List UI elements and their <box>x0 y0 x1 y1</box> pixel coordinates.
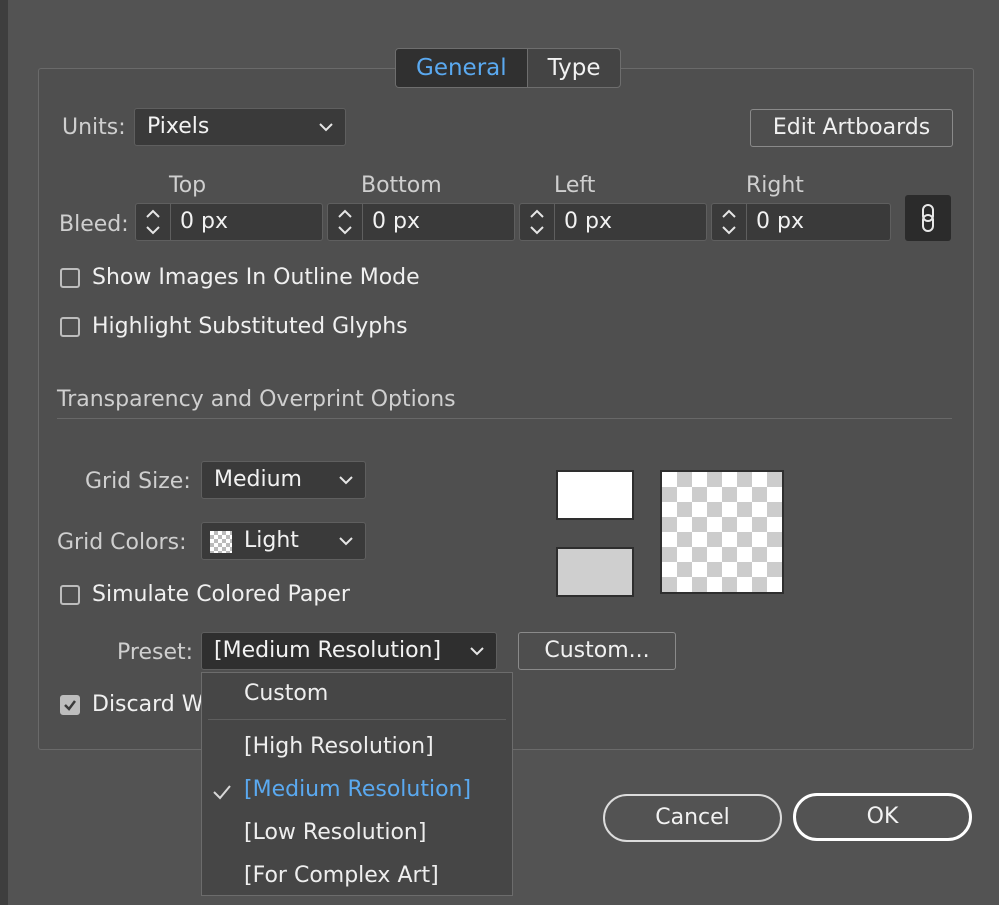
units-select[interactable]: Pixels <box>134 108 346 146</box>
stepper-arrows-icon[interactable] <box>328 204 363 240</box>
tab-bar: General Type <box>395 48 622 88</box>
menu-separator <box>208 719 506 720</box>
checkmark-icon <box>213 785 231 800</box>
stepper-arrows-icon[interactable] <box>520 204 555 240</box>
highlight-glyphs-label: Highlight Substituted Glyphs <box>92 314 408 339</box>
bleed-top-label: Top <box>169 173 207 198</box>
chevron-down-icon <box>339 476 353 485</box>
chevron-down-icon <box>470 647 484 656</box>
menu-item-low-resolution[interactable]: [Low Resolution] <box>244 820 426 845</box>
bleed-right-label: Right <box>746 173 804 198</box>
checkmark-icon <box>64 700 76 711</box>
preset-select[interactable]: [Medium Resolution] <box>201 632 497 670</box>
grid-size-label: Grid Size: <box>85 469 191 494</box>
units-label: Units: <box>62 115 126 140</box>
checkerboard-icon <box>210 531 232 553</box>
preset-dropdown-menu: Custom [High Resolution] [Medium Resolut… <box>201 672 513 896</box>
bleed-right-value: 0 px <box>756 209 804 234</box>
grid-color-swatch-1[interactable] <box>556 470 634 520</box>
highlight-glyphs-checkbox[interactable] <box>60 317 80 337</box>
grid-size-select[interactable]: Medium <box>201 461 366 499</box>
show-images-checkbox[interactable] <box>60 268 80 288</box>
menu-item-complex-art[interactable]: [For Complex Art] <box>244 863 439 888</box>
preset-label: Preset: <box>117 640 194 665</box>
discard-checkbox[interactable] <box>60 695 80 715</box>
show-images-label: Show Images In Outline Mode <box>92 265 420 290</box>
grid-size-value: Medium <box>214 467 302 492</box>
bleed-bottom-value: 0 px <box>372 209 420 234</box>
menu-item-custom[interactable]: Custom <box>244 681 328 706</box>
link-bleed-button[interactable] <box>905 195 951 241</box>
tab-type[interactable]: Type <box>526 49 621 87</box>
menu-item-high-resolution[interactable]: [High Resolution] <box>244 734 434 759</box>
section-divider <box>57 418 952 419</box>
bleed-top-value: 0 px <box>180 209 228 234</box>
grid-colors-value: Light <box>244 528 299 553</box>
grid-colors-label: Grid Colors: <box>57 530 187 555</box>
chevron-down-icon <box>319 123 333 132</box>
ok-button[interactable]: OK <box>793 793 972 841</box>
chevron-down-icon <box>339 537 353 546</box>
edit-artboards-button[interactable]: Edit Artboards <box>750 109 953 147</box>
discard-label: Discard W <box>92 692 204 717</box>
bleed-bottom-field[interactable]: 0 px <box>327 203 515 241</box>
bleed-right-field[interactable]: 0 px <box>711 203 891 241</box>
window-edge <box>0 0 8 905</box>
grid-color-swatch-2[interactable] <box>556 547 634 597</box>
bleed-left-field[interactable]: 0 px <box>519 203 707 241</box>
bleed-bottom-label: Bottom <box>361 173 442 198</box>
tab-general[interactable]: General <box>396 49 527 87</box>
menu-item-medium-resolution[interactable]: [Medium Resolution] <box>244 777 471 802</box>
bleed-left-value: 0 px <box>564 209 612 234</box>
cancel-button[interactable]: Cancel <box>603 794 782 842</box>
bleed-label: Bleed: <box>59 212 129 237</box>
transparency-heading: Transparency and Overprint Options <box>57 387 456 412</box>
custom-preset-button[interactable]: Custom... <box>518 632 676 670</box>
document-setup-dialog: General Type Units: Pixels Edit Artboard… <box>0 0 999 905</box>
transparency-grid-preview <box>660 470 784 594</box>
stepper-arrows-icon[interactable] <box>136 204 171 240</box>
simulate-paper-label: Simulate Colored Paper <box>92 582 350 607</box>
units-value: Pixels <box>147 114 210 139</box>
bleed-left-label: Left <box>554 173 596 198</box>
preset-value: [Medium Resolution] <box>214 638 442 663</box>
simulate-paper-checkbox[interactable] <box>60 585 80 605</box>
grid-colors-select[interactable]: Light <box>201 522 366 560</box>
chain-link-icon <box>922 204 934 232</box>
bleed-top-field[interactable]: 0 px <box>135 203 323 241</box>
stepper-arrows-icon[interactable] <box>712 204 747 240</box>
